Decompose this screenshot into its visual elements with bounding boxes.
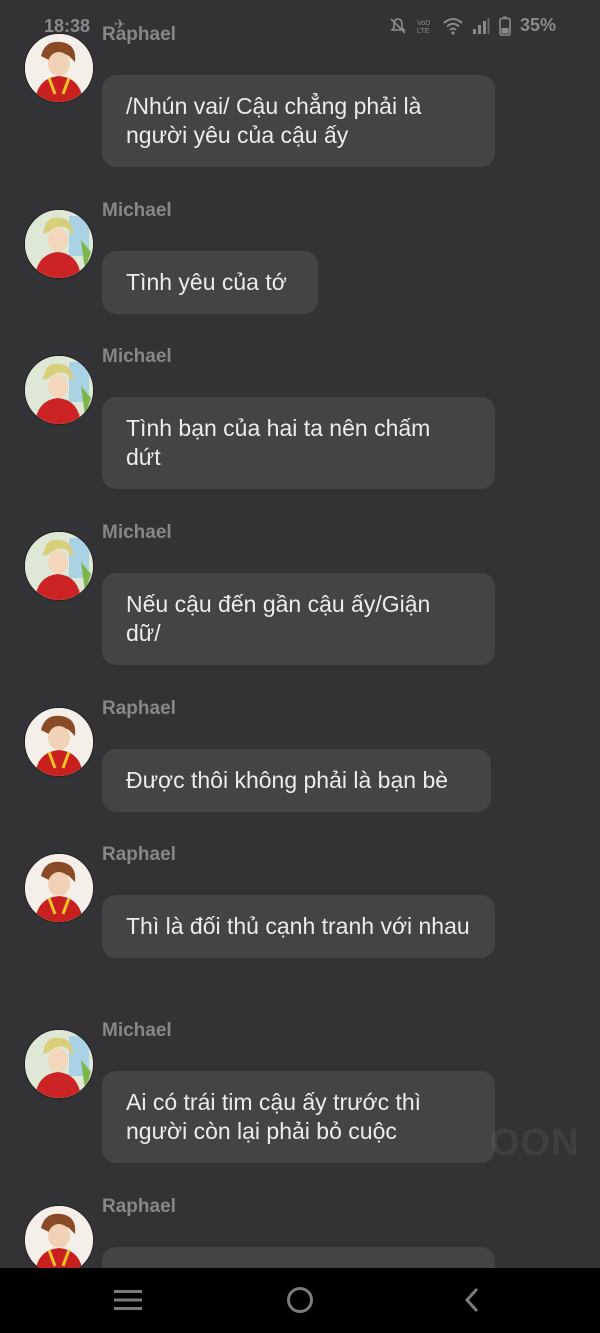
raphael-avatar[interactable] xyxy=(24,1205,94,1268)
watermark: OON xyxy=(490,1122,580,1164)
sender-name: Raphael xyxy=(102,24,176,45)
message-bubble[interactable]: Tình bạn của hai ta nên chấm dứt xyxy=(102,397,495,489)
home-icon[interactable] xyxy=(280,1282,320,1318)
sender-name: Michael xyxy=(102,346,172,367)
sender-name: Michael xyxy=(102,1020,172,1041)
sender-name: Michael xyxy=(102,522,172,543)
raphael-avatar[interactable] xyxy=(24,707,94,777)
navigation-bar xyxy=(0,1268,600,1333)
michael-avatar[interactable] xyxy=(24,531,94,601)
message-bubble[interactable] xyxy=(102,1247,495,1268)
raphael-avatar[interactable] xyxy=(24,853,94,923)
message-bubble[interactable]: Tình yêu của tớ xyxy=(102,251,318,314)
message-bubble[interactable]: Nếu cậu đến gần cậu ấy/Giận dữ/ xyxy=(102,573,495,665)
message-bubble[interactable]: Thì là đối thủ cạnh tranh với nhau xyxy=(102,895,495,958)
menu-icon[interactable] xyxy=(108,1282,148,1318)
raphael-avatar[interactable] xyxy=(24,33,94,103)
sender-name: Raphael xyxy=(102,1196,176,1217)
sender-name: Raphael xyxy=(102,844,176,865)
message-bubble[interactable]: /Nhún vai/ Cậu chẳng phải là người yêu c… xyxy=(102,75,495,167)
chat-list[interactable]: Raphael /Nhún vai/ Cậu chẳng phải là ngư… xyxy=(0,0,600,1268)
michael-avatar[interactable] xyxy=(24,355,94,425)
sender-name: Raphael xyxy=(102,698,176,719)
sender-name: Michael xyxy=(102,200,172,221)
back-icon[interactable] xyxy=(452,1282,492,1318)
michael-avatar[interactable] xyxy=(24,209,94,279)
michael-avatar[interactable] xyxy=(24,1029,94,1099)
message-bubble[interactable]: Được thôi không phải là bạn bè xyxy=(102,749,491,812)
message-bubble[interactable]: Ai có trái tim cậu ấy trước thì người cò… xyxy=(102,1071,495,1163)
